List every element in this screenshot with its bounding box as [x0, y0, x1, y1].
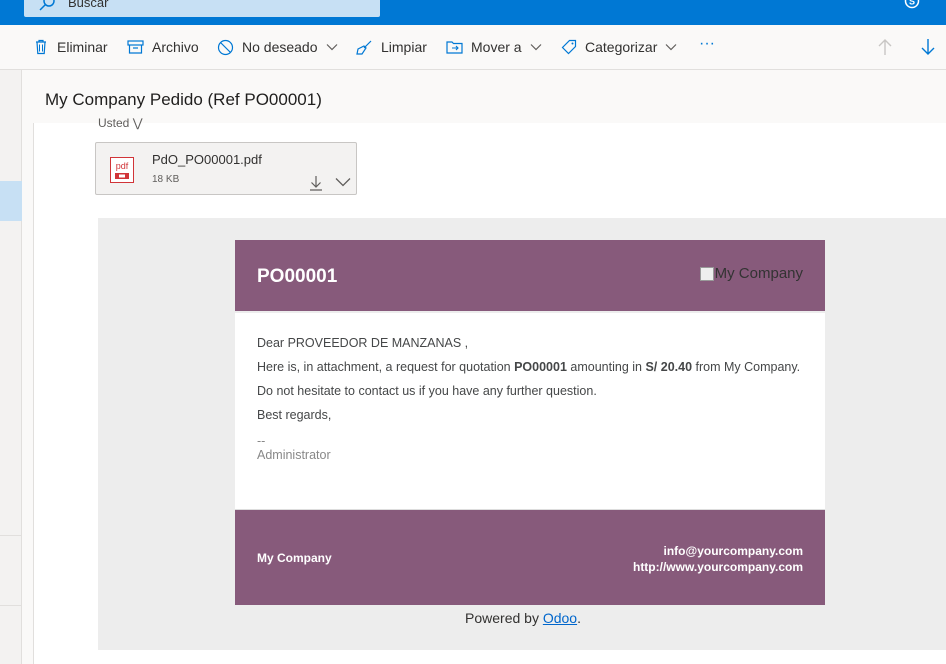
- signature-dash: --: [257, 434, 266, 448]
- categorize-button[interactable]: Categorizar: [561, 37, 677, 57]
- recipient-label: Usted ⋁: [98, 116, 143, 130]
- trash-icon: [36, 39, 46, 55]
- archive-button[interactable]: Archivo: [127, 37, 199, 57]
- delete-button[interactable]: Eliminar: [33, 37, 108, 57]
- body-text: amounting in: [566, 360, 646, 374]
- powered-period: .: [577, 610, 581, 626]
- attachment-card[interactable]: pdf PdO_PO00001.pdf 18 KB: [95, 142, 357, 195]
- chevron-down-icon: [530, 44, 542, 51]
- search-placeholder: Buscar: [68, 0, 109, 10]
- logo-alt-text: My Company: [714, 265, 803, 282]
- divider: [0, 605, 22, 606]
- top-bar: Buscar S: [0, 0, 946, 25]
- chevron-down-icon[interactable]: [335, 177, 351, 187]
- command-toolbar: Eliminar Archivo No deseado Limpiar Move…: [0, 25, 946, 70]
- body-text: Here is, in attachment, a request for qu…: [257, 360, 515, 374]
- pdf-icon: pdf: [110, 157, 134, 183]
- search-icon: [39, 0, 55, 11]
- sweep-label: Limpiar: [381, 39, 427, 55]
- body-line-2: Do not hesitate to contact us if you hav…: [257, 384, 597, 398]
- reading-pane: My Company Pedido (Ref PO00001) Usted ⋁ …: [23, 70, 946, 664]
- attachment-name: PdO_PO00001.pdf: [152, 152, 262, 167]
- delete-label: Eliminar: [57, 39, 108, 55]
- broom-icon: [356, 40, 372, 55]
- svg-text:S: S: [909, 0, 915, 7]
- body-text: from My Company.: [692, 360, 801, 374]
- powered-text: Powered by: [465, 610, 543, 626]
- sweep-button[interactable]: Limpiar: [356, 37, 427, 57]
- more-actions-button[interactable]: ···: [699, 34, 715, 54]
- more-label: ···: [699, 35, 715, 52]
- pdf-icon-text: pdf: [116, 161, 129, 171]
- footer-company: My Company: [257, 551, 332, 565]
- footer-email[interactable]: info@yourcompany.com: [633, 543, 804, 559]
- search-box[interactable]: Buscar: [24, 0, 380, 17]
- download-icon[interactable]: [309, 175, 323, 191]
- move-label: Mover a: [471, 39, 522, 55]
- move-folder-icon: [446, 41, 463, 54]
- company-logo: My Company: [699, 265, 803, 282]
- email-text: Dear PROVEEDOR DE MANZANAS , Here is, in…: [235, 313, 825, 509]
- greeting: Dear PROVEEDOR DE MANZANAS ,: [257, 336, 469, 350]
- message-list-rail: [0, 70, 22, 664]
- expand-icon[interactable]: ⋁: [133, 116, 143, 130]
- email-body-background: PO00001 My Company Dear PROVEEDOR DE MAN…: [98, 218, 946, 650]
- move-to-button[interactable]: Mover a: [446, 37, 542, 57]
- footer-contact: info@yourcompany.com http://www.yourcomp…: [633, 543, 803, 575]
- recipient-text: Usted: [98, 116, 130, 130]
- divider: [0, 535, 22, 536]
- archive-label: Archivo: [152, 39, 199, 55]
- powered-by: Powered by Odoo.: [98, 610, 946, 626]
- junk-button[interactable]: No deseado: [217, 37, 338, 57]
- odoo-link[interactable]: Odoo: [543, 610, 577, 626]
- body-line-3: Best regards,: [257, 408, 332, 422]
- po-number: PO00001: [257, 266, 338, 287]
- chevron-down-icon: [665, 44, 677, 51]
- po-reference: PO00001: [514, 360, 567, 374]
- email-header: PO00001 My Company: [235, 240, 825, 311]
- categorize-label: Categorizar: [585, 39, 658, 55]
- attachment-size: 18 KB: [152, 174, 180, 185]
- message-subject: My Company Pedido (Ref PO00001): [45, 90, 322, 109]
- message-content: Usted ⋁ pdf PdO_PO00001.pdf 18 KB PO0000…: [33, 116, 946, 664]
- arrow-down-icon[interactable]: [918, 37, 938, 57]
- chevron-down-icon: [326, 44, 337, 51]
- signature-name: Administrator: [257, 448, 331, 462]
- amount: S/ 20.40: [645, 360, 693, 374]
- selected-message-item[interactable]: [0, 181, 22, 221]
- body-line-1: Here is, in attachment, a request for qu…: [257, 360, 803, 375]
- skype-icon[interactable]: S: [904, 0, 920, 9]
- signature: -- Administrator: [257, 434, 803, 462]
- tag-icon: [561, 39, 577, 55]
- footer-website[interactable]: http://www.yourcompany.com: [633, 559, 803, 575]
- email-card: PO00001 My Company Dear PROVEEDOR DE MAN…: [235, 240, 825, 605]
- junk-label: No deseado: [242, 39, 318, 55]
- archive-icon: [127, 40, 144, 54]
- arrow-up-icon[interactable]: [875, 37, 895, 57]
- broken-image-icon: [699, 266, 714, 281]
- block-icon: [217, 39, 234, 55]
- email-footer: My Company info@yourcompany.com http://w…: [235, 509, 825, 605]
